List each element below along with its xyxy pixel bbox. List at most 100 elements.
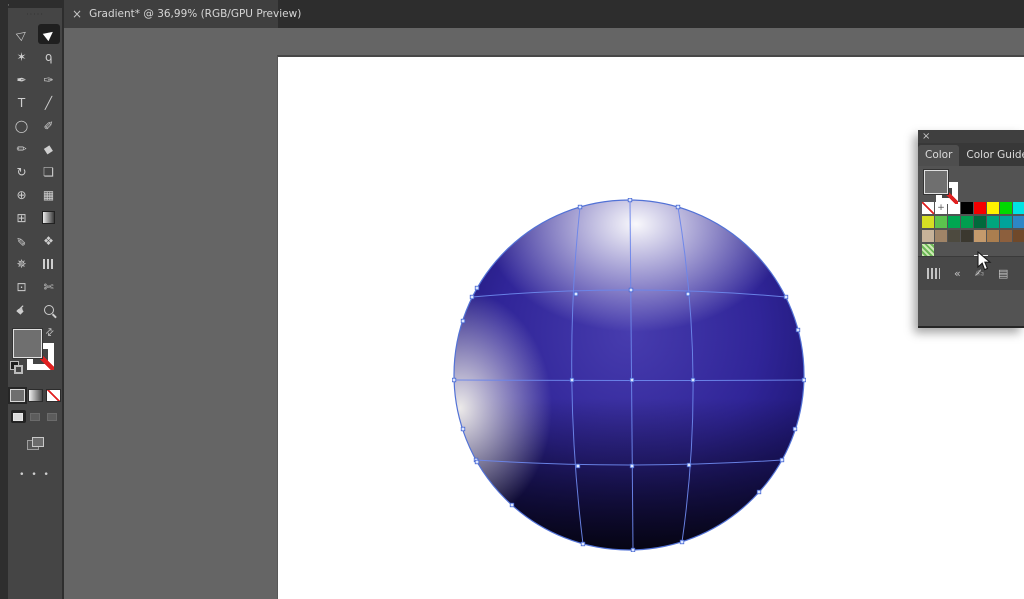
curvature-tool[interactable]: ✑	[38, 70, 60, 90]
zoom-tool[interactable]	[38, 300, 60, 320]
swatch[interactable]	[1013, 230, 1024, 242]
mesh-anchor[interactable]	[796, 328, 800, 332]
gradient-mesh-sphere[interactable]	[452, 198, 806, 552]
new-color-group-icon[interactable]: ▤	[998, 268, 1008, 279]
mesh-anchor[interactable]	[630, 378, 634, 382]
gradient-tool[interactable]	[38, 208, 60, 228]
edit-toolbar-button[interactable]: • • •	[8, 470, 62, 480]
mesh-anchor[interactable]	[628, 198, 632, 202]
pencil-tool[interactable]: ✏	[11, 139, 33, 159]
swatch[interactable]	[922, 216, 934, 228]
panel-fill-indicator[interactable]	[924, 170, 948, 194]
draw-inside-mode[interactable]	[45, 410, 60, 423]
paint-gradient-button[interactable]	[28, 389, 43, 402]
direct-selection-tool[interactable]: ▶	[38, 24, 60, 44]
fill-indicator[interactable]	[13, 329, 42, 358]
magic-wand-tool[interactable]: ✶	[11, 47, 33, 67]
type-tool[interactable]: T	[11, 93, 33, 113]
swatch[interactable]	[922, 230, 934, 242]
mesh-anchor[interactable]	[680, 540, 684, 544]
swatch[interactable]	[987, 230, 999, 242]
mesh-anchor[interactable]	[576, 464, 580, 468]
mesh-anchor[interactable]	[461, 427, 465, 431]
perspective-grid-tool[interactable]: ▦	[38, 185, 60, 205]
swatch[interactable]	[961, 216, 973, 228]
eraser-tool[interactable]: ◆	[38, 139, 60, 159]
swatch[interactable]	[1013, 216, 1024, 228]
draw-normal-mode[interactable]	[11, 410, 26, 423]
mesh-anchor[interactable]	[510, 503, 514, 507]
swatch-pattern[interactable]	[922, 244, 934, 256]
slice-tool[interactable]: ✄	[38, 277, 60, 297]
rotate-tool[interactable]: ↻	[11, 162, 33, 182]
mesh-anchor[interactable]	[470, 295, 474, 299]
tab-close-icon[interactable]: ×	[72, 8, 82, 20]
mesh-anchor[interactable]	[687, 463, 691, 467]
swatch[interactable]	[948, 230, 960, 242]
mesh-anchor[interactable]	[578, 205, 582, 209]
mesh-anchor[interactable]	[581, 542, 585, 546]
mesh-tool[interactable]: ⊞	[11, 208, 33, 228]
selection-tool[interactable]: ▷	[11, 24, 33, 44]
paint-color-button[interactable]	[10, 389, 25, 402]
mesh-anchor[interactable]	[452, 378, 456, 382]
column-graph-tool[interactable]	[38, 254, 60, 274]
mesh-anchor[interactable]	[757, 490, 761, 494]
swatch[interactable]	[1000, 202, 1012, 214]
swatch[interactable]	[961, 230, 973, 242]
lasso-tool[interactable]: ρ	[38, 47, 60, 67]
blend-tool[interactable]: ❖	[38, 231, 60, 251]
mesh-anchor[interactable]	[475, 460, 479, 464]
tab-color[interactable]: Color	[918, 145, 959, 166]
swatch-kinds-icon[interactable]: «	[954, 268, 961, 279]
document-tab[interactable]: × Gradient* @ 36,99% (RGB/GPU Preview)	[64, 0, 278, 28]
hand-tool[interactable]: ☛	[11, 300, 33, 320]
swap-fill-stroke-icon[interactable]: ⇄	[43, 326, 57, 340]
mesh-anchor[interactable]	[630, 464, 634, 468]
mesh-anchor[interactable]	[802, 378, 806, 382]
mesh-anchor[interactable]	[631, 548, 635, 552]
shape-builder-tool[interactable]: ⊕	[11, 185, 33, 205]
toolbar-grip[interactable]: ·····	[8, 8, 62, 22]
swatch[interactable]	[974, 216, 986, 228]
hand-tool-icon: ☛	[13, 301, 31, 319]
screen-mode-button[interactable]	[27, 437, 43, 448]
mesh-anchor[interactable]	[686, 292, 690, 296]
swatch[interactable]	[974, 230, 986, 242]
swatch[interactable]	[974, 202, 986, 214]
panel-close-icon[interactable]: ×	[922, 130, 930, 143]
swatch[interactable]	[1000, 230, 1012, 242]
eyedropper-tool[interactable]: ✎	[11, 231, 33, 251]
scale-tool[interactable]: ❏	[38, 162, 60, 182]
mesh-anchor[interactable]	[676, 205, 680, 209]
ellipse-tool[interactable]: ◯	[11, 116, 33, 136]
swatch[interactable]	[987, 202, 999, 214]
swatch[interactable]	[948, 216, 960, 228]
swatch[interactable]	[935, 230, 947, 242]
paint-none-button[interactable]	[46, 389, 61, 402]
swatch[interactable]	[1000, 216, 1012, 228]
mesh-anchor[interactable]	[629, 288, 633, 292]
mesh-anchor[interactable]	[475, 286, 479, 290]
swatch[interactable]	[935, 216, 947, 228]
swatch[interactable]	[1013, 202, 1024, 214]
pen-tool[interactable]: ✒	[11, 70, 33, 90]
draw-behind-mode[interactable]	[28, 410, 43, 423]
mesh-anchor[interactable]	[574, 292, 578, 296]
mesh-anchor[interactable]	[784, 295, 788, 299]
mesh-anchor[interactable]	[570, 378, 574, 382]
symbol-sprayer-tool[interactable]: ✵	[11, 254, 33, 274]
tab-color-guide[interactable]: Color Guide	[959, 145, 1024, 166]
artboard-tool[interactable]: ⊡	[11, 277, 33, 297]
swatch-none[interactable]	[922, 202, 934, 214]
mesh-anchor[interactable]	[793, 427, 797, 431]
swatch-libraries-icon[interactable]	[927, 268, 940, 279]
default-fill-stroke-icon[interactable]	[10, 361, 22, 373]
line-segment-tool[interactable]: ╱	[38, 93, 60, 113]
swatch[interactable]	[961, 202, 973, 214]
mesh-anchor[interactable]	[461, 319, 465, 323]
mesh-anchor[interactable]	[780, 458, 784, 462]
paintbrush-tool[interactable]: ✐	[38, 116, 60, 136]
swatch[interactable]	[987, 216, 999, 228]
mesh-anchor[interactable]	[691, 378, 695, 382]
